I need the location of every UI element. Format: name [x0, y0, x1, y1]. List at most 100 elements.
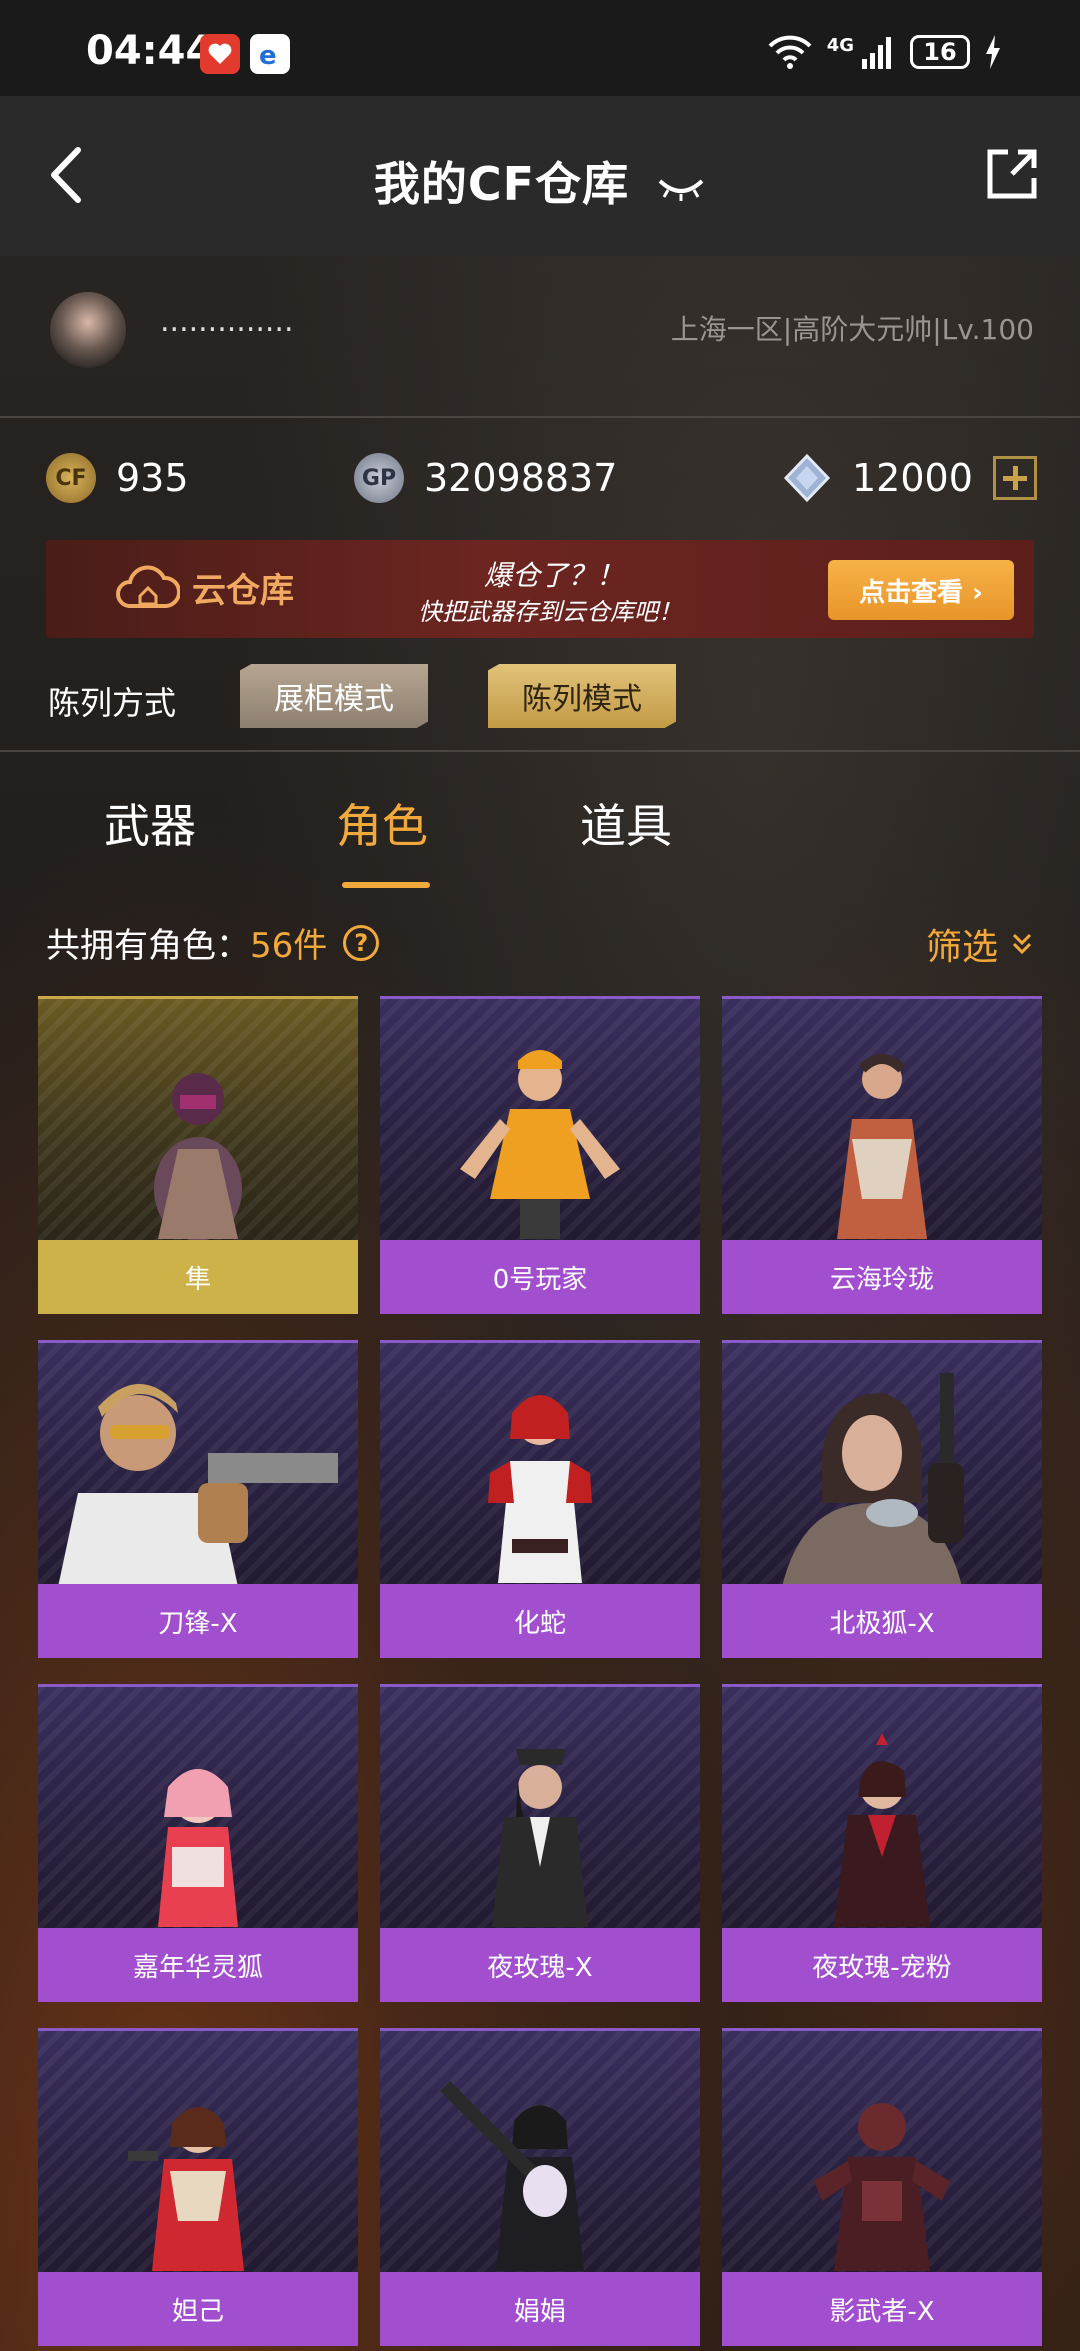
character-figure — [492, 1749, 588, 1927]
cf-coin-value: 935 — [116, 456, 189, 500]
gp-icon-text: GP — [361, 465, 397, 491]
status-bar: 04:44 e 4G 16 — [0, 0, 1080, 96]
character-name: 娟娟 — [380, 2272, 700, 2346]
owned-count-label: 共拥有角色： — [46, 926, 250, 966]
banner-subline: 快把武器存到云仓库吧！ — [418, 598, 682, 626]
character-name: 北极狐-X — [722, 1584, 1042, 1658]
character-card[interactable]: 妲己 — [38, 2028, 358, 2346]
character-figure — [460, 1050, 620, 1239]
server-info: 上海一区|高阶大元帅|Lv.100 — [670, 313, 1034, 346]
character-art — [38, 996, 358, 1241]
page-title-text: 我的CF仓库 — [373, 157, 630, 211]
character-card[interactable]: 影武者-X — [722, 2028, 1042, 2346]
character-card[interactable]: 刀锋-X — [38, 1340, 358, 1658]
character-figure — [814, 2103, 950, 2271]
character-art — [380, 996, 700, 1240]
cloud-home-icon — [116, 565, 180, 608]
nav-bar: 我的CF仓库 — [0, 96, 1080, 256]
character-art — [722, 1340, 1042, 1587]
character-figure — [158, 1769, 238, 1927]
character-figure — [782, 1373, 964, 1587]
cf-coin-balance: CF 935 — [46, 448, 189, 508]
character-name: 云海玲珑 — [722, 1240, 1042, 1314]
character-card[interactable]: 夜玫瑰-X — [380, 1684, 700, 2002]
owned-count-row: 共拥有角色： 56件 ? — [46, 918, 380, 967]
display-mode-button[interactable]: 陈列模式 — [488, 664, 676, 728]
display-mode-label: 陈列方式 — [48, 684, 177, 722]
nickname: .............. — [160, 304, 294, 339]
svg-text:e: e — [259, 41, 277, 71]
filter-button[interactable]: 筛选 — [926, 918, 1034, 970]
active-tab-indicator — [342, 882, 430, 888]
character-card[interactable]: 北极狐-X — [722, 1340, 1042, 1658]
character-figure — [128, 2107, 244, 2271]
wifi-icon — [768, 35, 812, 69]
character-card[interactable]: 嘉年华灵狐 — [38, 1684, 358, 2002]
character-card[interactable]: 云海玲珑 — [722, 996, 1042, 1314]
character-art — [722, 2028, 1042, 2272]
gp-icon: GP — [354, 453, 404, 503]
character-card[interactable]: 娟娟 — [380, 2028, 700, 2346]
character-art — [38, 1684, 358, 1928]
telecom-app-icon: e — [250, 34, 290, 74]
character-art — [38, 1340, 358, 1587]
banner-headline: 爆仓了？！ — [484, 559, 625, 592]
showcase-mode-button[interactable]: 展柜模式 — [240, 664, 428, 728]
cf-coin-icon: CF — [46, 453, 96, 503]
avatar[interactable] — [50, 292, 126, 368]
profile-row: .............. 上海一区|高阶大元帅|Lv.100 — [0, 256, 1080, 418]
battery-icon: 16 — [910, 35, 970, 69]
status-time: 04:44 — [86, 28, 214, 74]
character-name: 夜玫瑰-X — [380, 1928, 700, 2002]
character-name: 夜玫瑰-宠粉 — [722, 1928, 1042, 2002]
eye-closed-icon[interactable] — [656, 173, 706, 203]
character-card[interactable]: 化蛇 — [380, 1340, 700, 1658]
signal-icon — [862, 37, 891, 69]
character-name: 隼 — [38, 1240, 358, 1314]
app-notification-icon — [200, 34, 240, 74]
character-figure — [834, 1733, 930, 1927]
external-link-icon — [987, 149, 1037, 199]
character-name: 0号玩家 — [380, 1240, 700, 1314]
recharge-plus-button[interactable] — [992, 456, 1037, 500]
character-card[interactable]: 0号玩家 — [380, 996, 700, 1314]
character-card[interactable]: 隼 — [38, 996, 358, 1314]
character-art — [380, 1684, 700, 1928]
banner-title-text: 云仓库 — [192, 570, 294, 611]
banner-title: 云仓库 — [116, 562, 294, 612]
character-art — [380, 1340, 700, 1584]
gp-balance: GP 32098837 — [354, 448, 617, 508]
tab-weapons[interactable]: 武器 — [104, 790, 196, 856]
page-title: 我的CF仓库 — [0, 148, 1080, 214]
character-art — [38, 2028, 358, 2272]
network-type: 4G — [826, 34, 854, 56]
character-name: 嘉年华灵狐 — [38, 1928, 358, 2002]
diamond-balance: 12000 — [782, 448, 1037, 508]
help-icon[interactable]: ? — [343, 924, 380, 961]
tab-characters[interactable]: 角色 — [336, 790, 428, 856]
character-name: 妲己 — [38, 2272, 358, 2346]
view-now-button[interactable]: 点击查看 › — [828, 560, 1014, 620]
status-icons: 4G 16 — [767, 30, 1002, 74]
character-figure — [440, 2081, 584, 2271]
diamond-icon — [783, 453, 831, 503]
character-figure — [488, 1395, 592, 1583]
character-card[interactable]: 夜玫瑰-宠粉 — [722, 1684, 1042, 2002]
character-art — [722, 996, 1042, 1240]
cloud-warehouse-banner[interactable]: 云仓库 爆仓了？！ 快把武器存到云仓库吧！ 点击查看 › — [46, 540, 1034, 638]
filter-label: 筛选 — [925, 927, 998, 968]
tab-items[interactable]: 道具 — [580, 790, 672, 856]
battery-level: 16 — [923, 38, 957, 66]
cf-coin-icon-text: CF — [55, 465, 87, 491]
character-name: 化蛇 — [380, 1584, 700, 1658]
character-art — [722, 1684, 1042, 1928]
character-name: 影武者-X — [722, 2272, 1042, 2346]
character-name: 刀锋-X — [38, 1584, 358, 1658]
divider — [0, 750, 1080, 752]
character-figure — [58, 1383, 338, 1587]
gp-value: 32098837 — [424, 456, 618, 500]
charging-icon — [986, 35, 1000, 69]
share-button[interactable] — [982, 144, 1042, 204]
chevron-down-double-icon — [1012, 933, 1032, 955]
character-figure — [154, 1073, 242, 1241]
